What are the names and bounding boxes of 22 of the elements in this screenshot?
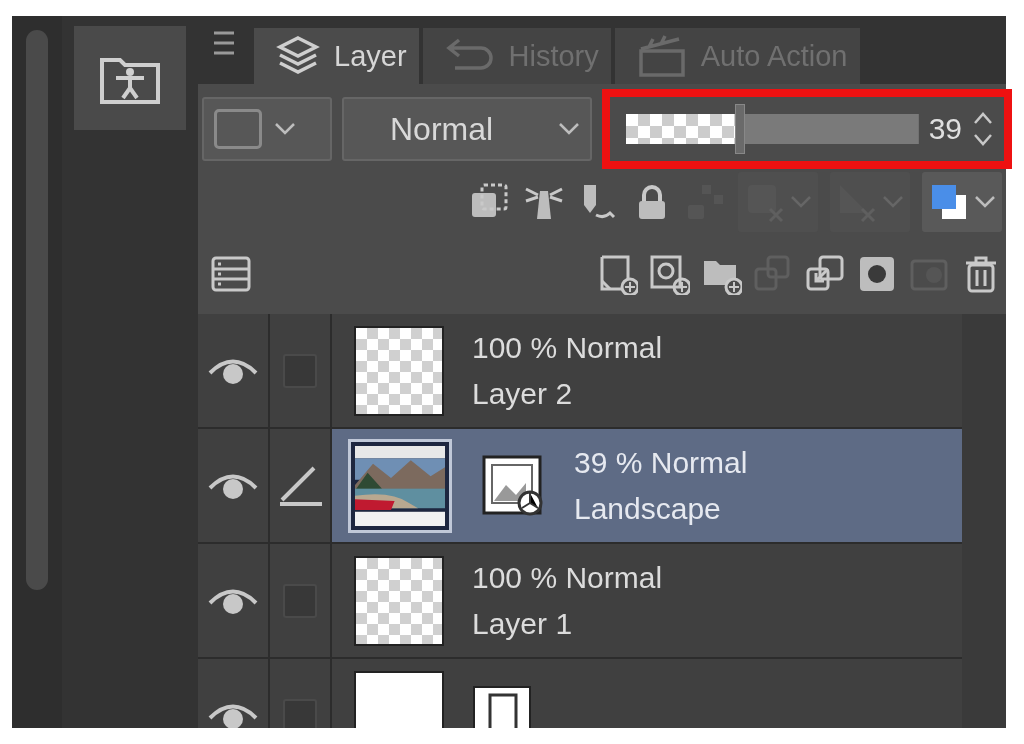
layer-mode: 100 % Normal [472,330,663,365]
layer-color-dropdown[interactable] [202,97,332,161]
image-layer-icon [482,454,544,517]
opacity-value[interactable]: 39 [928,112,962,146]
folder-button[interactable] [74,26,186,130]
clapperboard-icon [636,35,687,77]
panel-tab[interactable]: Layer [254,28,419,84]
layer-name: Landscape [574,491,722,526]
menu-icon[interactable] [212,30,236,56]
blend-mode-dropdown[interactable]: Normal [342,97,592,161]
layer-name: Layer 1 [472,606,574,641]
caret-icon [558,122,580,136]
layer-mode: 100 % Normal [472,560,663,595]
layer-mode: 39 % Normal [574,445,748,480]
caret-icon [274,122,296,136]
caret-icon [974,195,996,209]
layer-row[interactable]: 39 % Normal Landscape [332,429,962,542]
new-vector-layer-icon[interactable] [648,253,690,295]
tool-dropdown[interactable] [922,172,1002,232]
scrollbar-thumb[interactable] [26,30,48,590]
checkbox[interactable] [283,698,317,728]
layer-name: Layer 2 [472,376,574,411]
